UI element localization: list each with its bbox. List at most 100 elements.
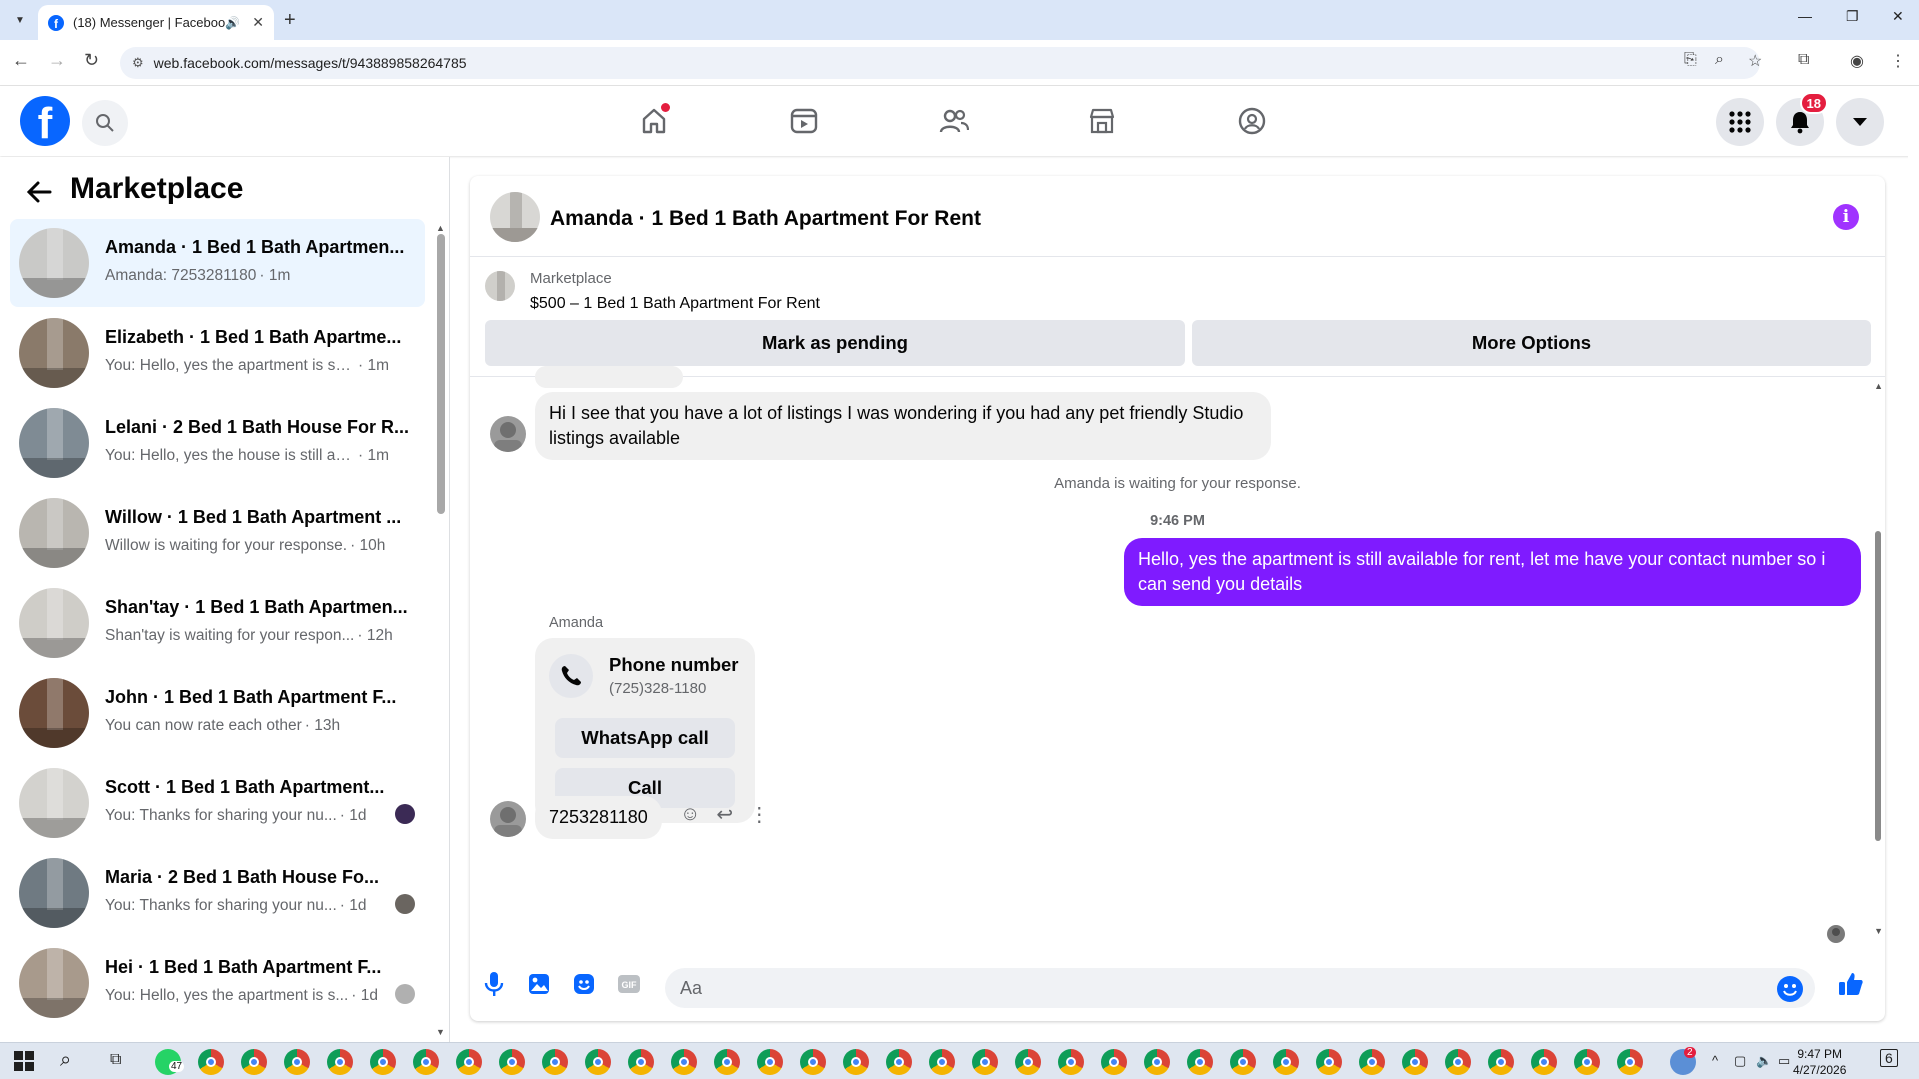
show-hidden-icons-icon[interactable]: ^ (1712, 1053, 1718, 1068)
volume-icon[interactable]: 🔈 (1756, 1053, 1772, 1069)
incoming-message[interactable]: Hi I see that you have a lot of listings… (535, 392, 1271, 460)
back-arrow-icon[interactable] (26, 179, 52, 211)
network-icon[interactable]: ▭ (1778, 1053, 1790, 1069)
chat-title[interactable]: Amanda · 1 Bed 1 Bath Apartment For Rent (550, 207, 981, 231)
react-emoji-icon[interactable]: ☺ (680, 803, 700, 826)
nav-home[interactable] (634, 101, 674, 141)
conversation-item[interactable]: Lelani · 2 Bed 1 Bath House For R... You:… (10, 399, 425, 487)
more-actions-icon[interactable]: ⋮ (749, 802, 769, 827)
like-thumb-icon[interactable] (1837, 970, 1865, 998)
sender-avatar[interactable] (490, 416, 526, 452)
speaker-icon[interactable]: 🔊 (225, 16, 240, 30)
chrome-window-icon[interactable] (1101, 1049, 1127, 1075)
chrome-window-icon[interactable] (241, 1049, 267, 1075)
nav-friends[interactable] (934, 101, 974, 141)
close-window-icon[interactable]: ✕ (1892, 8, 1904, 25)
chrome-window-icon[interactable] (499, 1049, 525, 1075)
whatsapp-call-button[interactable]: WhatsApp call (555, 718, 735, 758)
chrome-window-icon[interactable] (1230, 1049, 1256, 1075)
conversation-item[interactable]: Scott · 1 Bed 1 Bath Apartment... You: Th… (10, 759, 425, 847)
chrome-window-icon[interactable] (198, 1049, 224, 1075)
tab-search-button[interactable]: ▼ (8, 8, 32, 32)
extensions-icon[interactable]: ⧉ (1798, 51, 1809, 69)
conversation-item[interactable]: Maria · 2 Bed 1 Bath House Fo... You: Tha… (10, 849, 425, 937)
taskbar-search-icon[interactable]: ⌕ (60, 1049, 71, 1072)
address-bar[interactable]: ⚙ web.facebook.com/messages/t/9438898582… (120, 47, 1760, 79)
chrome-window-icon[interactable] (1531, 1049, 1557, 1075)
menu-dots-icon[interactable]: ⋮ (1890, 51, 1906, 71)
outgoing-message[interactable]: Hello, yes the apartment is still availa… (1124, 538, 1861, 606)
close-tab-icon[interactable]: ✕ (252, 14, 264, 31)
chrome-window-icon[interactable] (585, 1049, 611, 1075)
gif-icon[interactable]: GIF (615, 970, 643, 998)
chrome-window-icon[interactable] (671, 1049, 697, 1075)
chrome-window-icon[interactable] (1574, 1049, 1600, 1075)
chrome-window-icon[interactable] (800, 1049, 826, 1075)
scroll-down-arrow[interactable]: ▼ (436, 1027, 445, 1037)
chat-scrollbar[interactable] (1875, 531, 1881, 841)
new-tab-button[interactable]: + (284, 9, 296, 32)
chrome-window-icon[interactable] (1273, 1049, 1299, 1075)
chat-scroll-down-arrow[interactable]: ▼ (1874, 926, 1883, 936)
more-options-button[interactable]: More Options (1192, 320, 1871, 366)
emoji-picker-icon[interactable] (1777, 976, 1803, 1002)
chrome-window-icon[interactable] (757, 1049, 783, 1075)
install-app-icon[interactable]: ⎘ (1684, 51, 1697, 69)
chrome-window-icon[interactable] (327, 1049, 353, 1075)
chrome-window-icon[interactable] (542, 1049, 568, 1075)
zoom-icon[interactable]: ⌕ (1715, 51, 1724, 69)
chrome-window-icon[interactable] (1445, 1049, 1471, 1075)
tray-app-icon[interactable]: 2 (1670, 1047, 1696, 1075)
chrome-window-icon[interactable] (929, 1049, 955, 1075)
restore-icon[interactable]: ❐ (1846, 8, 1859, 25)
chrome-window-icon[interactable] (714, 1049, 740, 1075)
system-clock[interactable]: 9:47 PM 4/27/2026 (1793, 1046, 1846, 1078)
listing-thumbnail[interactable] (485, 271, 515, 301)
nav-marketplace[interactable] (1082, 101, 1122, 141)
chrome-window-icon[interactable] (370, 1049, 396, 1075)
chrome-window-icon[interactable] (1144, 1049, 1170, 1075)
chrome-window-icon[interactable] (1402, 1049, 1428, 1075)
chrome-window-icon[interactable] (1015, 1049, 1041, 1075)
chrome-window-icon[interactable] (1488, 1049, 1514, 1075)
listing-title[interactable]: $500 – 1 Bed 1 Bath Apartment For Rent (530, 295, 820, 313)
nav-video[interactable] (784, 101, 824, 141)
message-input[interactable]: Aa (665, 968, 1815, 1008)
photo-icon[interactable] (525, 970, 553, 998)
chat-scroll-up-arrow[interactable]: ▲ (1874, 381, 1883, 391)
mark-as-pending-button[interactable]: Mark as pending (485, 320, 1185, 366)
conversation-item[interactable]: Willow · 1 Bed 1 Bath Apartment ... Willo… (10, 489, 425, 577)
info-icon[interactable]: i (1833, 204, 1859, 230)
task-view-icon[interactable]: ⧉ (110, 1051, 121, 1069)
minimize-icon[interactable]: — (1798, 8, 1812, 24)
chrome-window-icon[interactable] (1316, 1049, 1342, 1075)
conversation-item[interactable]: John · 1 Bed 1 Bath Apartment F... You ca… (10, 669, 425, 757)
camera-tray-icon[interactable]: ▢ (1734, 1053, 1746, 1069)
bookmark-star-icon[interactable]: ☆ (1748, 51, 1762, 71)
sender-avatar[interactable] (490, 801, 526, 837)
conversation-item[interactable]: Hei · 1 Bed 1 Bath Apartment F... You: He… (10, 939, 425, 1027)
back-icon[interactable]: ← (12, 50, 30, 71)
chrome-window-icon[interactable] (843, 1049, 869, 1075)
notifications-button[interactable]: 18 (1776, 92, 1828, 146)
forward-icon[interactable]: → (48, 50, 66, 71)
chat-avatar[interactable] (490, 192, 540, 242)
search-button[interactable] (82, 100, 128, 146)
chrome-window-icon[interactable] (1617, 1049, 1643, 1075)
chrome-window-icon[interactable] (628, 1049, 654, 1075)
menu-button[interactable] (1716, 98, 1764, 146)
account-button[interactable] (1836, 98, 1884, 146)
chrome-window-icon[interactable] (284, 1049, 310, 1075)
conversation-item[interactable]: Amanda · 1 Bed 1 Bath Apartmen... Amanda:… (10, 219, 425, 307)
chrome-window-icon[interactable] (1058, 1049, 1084, 1075)
reply-icon[interactable]: ↩ (716, 802, 733, 827)
profile-icon[interactable]: ◉ (1850, 51, 1864, 71)
chrome-window-icon[interactable] (413, 1049, 439, 1075)
chrome-window-icon[interactable] (972, 1049, 998, 1075)
chrome-window-icon[interactable] (886, 1049, 912, 1075)
nav-groups[interactable] (1232, 101, 1272, 141)
whatsapp-taskbar-icon[interactable]: 47 (155, 1049, 185, 1075)
site-info-icon[interactable]: ⚙ (132, 55, 144, 71)
notification-center-icon[interactable]: 6 (1880, 1049, 1898, 1067)
sidebar-scrollbar[interactable] (437, 234, 445, 514)
